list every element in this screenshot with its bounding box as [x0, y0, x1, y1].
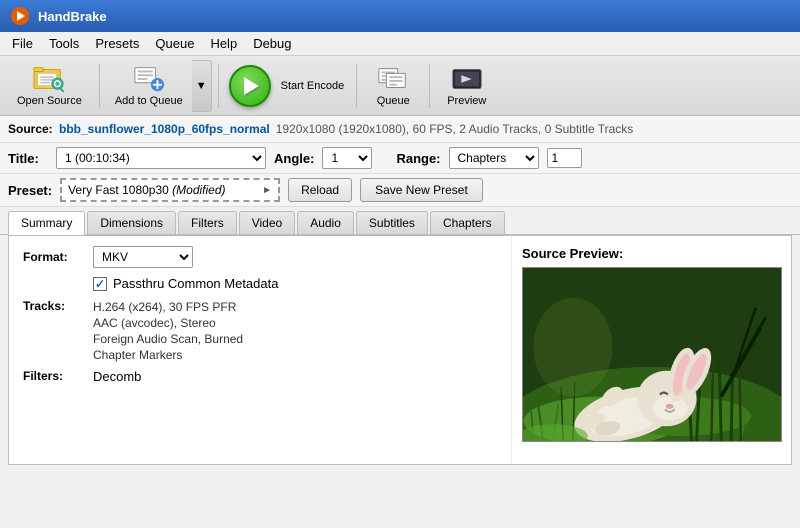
tracks-label: Tracks:	[23, 299, 83, 313]
start-encode-label: Start Encode	[281, 80, 345, 92]
range-start-input[interactable]: 1	[547, 148, 582, 168]
tracks-list: H.264 (x264), 30 FPS PFR AAC (avcodec), …	[93, 299, 243, 363]
app-title: HandBrake	[38, 9, 107, 24]
source-label: Source:	[8, 122, 53, 136]
source-filename: bbb_sunflower_1080p_60fps_normal	[59, 122, 270, 136]
add-to-queue-dropdown[interactable]: ▼	[192, 60, 212, 112]
title-bar: HandBrake	[0, 0, 800, 32]
preset-label: Preset:	[8, 183, 52, 198]
reload-button[interactable]: Reload	[288, 178, 352, 202]
divider-3	[356, 64, 357, 108]
divider-4	[429, 64, 430, 108]
open-source-label: Open Source	[17, 95, 82, 107]
title-row: Title: 1 (00:10:34) Angle: 1 Range: Chap…	[0, 143, 800, 174]
open-source-icon	[33, 65, 65, 93]
queue-label: Queue	[377, 95, 410, 107]
queue-button[interactable]: Queue	[363, 60, 423, 112]
preset-selector[interactable]: Very Fast 1080p30 (Modified) ►	[60, 178, 280, 202]
preview-label: Preview	[447, 95, 486, 107]
tab-chapters[interactable]: Chapters	[430, 211, 505, 234]
track-item: AAC (avcodec), Stereo	[93, 315, 243, 331]
preset-name: Very Fast 1080p30 (Modified)	[68, 183, 225, 197]
divider-2	[218, 64, 219, 108]
play-icon	[244, 77, 259, 95]
add-to-queue-label: Add to Queue	[115, 95, 183, 107]
tab-audio[interactable]: Audio	[297, 211, 354, 234]
queue-icon	[377, 65, 409, 93]
menu-queue[interactable]: Queue	[147, 34, 202, 53]
save-new-preset-button[interactable]: Save New Preset	[360, 178, 483, 202]
add-to-queue-group: Add to Queue ▼	[106, 60, 212, 112]
summary-right: Source Preview:	[511, 236, 791, 464]
format-label: Format:	[23, 250, 83, 264]
preset-row: Preset: Very Fast 1080p30 (Modified) ► R…	[0, 174, 800, 207]
menu-help[interactable]: Help	[202, 34, 245, 53]
angle-label: Angle:	[274, 151, 314, 166]
content-area: Format: MKV ✓ Passthru Common Metadata T…	[8, 235, 792, 465]
range-select[interactable]: Chapters	[449, 147, 539, 169]
preset-arrow-icon: ►	[262, 185, 272, 196]
tab-filters[interactable]: Filters	[178, 211, 237, 234]
track-item: Foreign Audio Scan, Burned	[93, 331, 243, 347]
toolbar: Open Source Add to Queue ▼	[0, 56, 800, 116]
filters-row: Filters: Decomb	[23, 369, 497, 384]
title-select[interactable]: 1 (00:10:34)	[56, 147, 266, 169]
preview-section-label: Source Preview:	[522, 246, 781, 261]
tab-summary[interactable]: Summary	[8, 211, 85, 235]
tab-video[interactable]: Video	[239, 211, 295, 234]
angle-select[interactable]: 1	[322, 147, 372, 169]
tracks-row: Tracks: H.264 (x264), 30 FPS PFR AAC (av…	[23, 299, 497, 363]
menu-tools[interactable]: Tools	[41, 34, 87, 53]
preview-image	[522, 267, 782, 442]
tab-dimensions[interactable]: Dimensions	[87, 211, 176, 234]
track-item: Chapter Markers	[93, 347, 243, 363]
tabs-container: Summary Dimensions Filters Video Audio S…	[0, 207, 800, 235]
start-encode-button[interactable]	[229, 65, 271, 107]
metadata-label: Passthru Common Metadata	[113, 276, 278, 291]
divider-1	[99, 64, 100, 108]
checkmark-icon: ✓	[95, 277, 105, 291]
add-queue-icon	[133, 65, 165, 93]
dropdown-arrow-icon: ▼	[196, 80, 207, 92]
format-row: Format: MKV	[23, 246, 497, 268]
menu-bar: File Tools Presets Queue Help Debug	[0, 32, 800, 56]
source-info: Source: bbb_sunflower_1080p_60fps_normal…	[0, 116, 800, 143]
app-icon	[10, 6, 30, 26]
filters-label: Filters:	[23, 369, 83, 383]
menu-debug[interactable]: Debug	[245, 34, 299, 53]
preview-button[interactable]: Preview	[436, 60, 497, 112]
tab-subtitles[interactable]: Subtitles	[356, 211, 428, 234]
menu-presets[interactable]: Presets	[87, 34, 147, 53]
open-source-button[interactable]: Open Source	[6, 60, 93, 112]
title-label: Title:	[8, 151, 48, 166]
preset-modified: (Modified)	[172, 183, 225, 197]
summary-left: Format: MKV ✓ Passthru Common Metadata T…	[9, 236, 511, 464]
menu-file[interactable]: File	[4, 34, 41, 53]
filters-value: Decomb	[93, 369, 141, 384]
metadata-row: ✓ Passthru Common Metadata	[93, 276, 497, 291]
preview-icon	[451, 65, 483, 93]
format-select[interactable]: MKV	[93, 246, 193, 268]
metadata-checkbox[interactable]: ✓	[93, 277, 107, 291]
track-item: H.264 (x264), 30 FPS PFR	[93, 299, 243, 315]
add-to-queue-button[interactable]: Add to Queue	[106, 60, 192, 112]
source-meta: 1920x1080 (1920x1080), 60 FPS, 2 Audio T…	[276, 122, 634, 136]
range-label: Range:	[396, 151, 440, 166]
